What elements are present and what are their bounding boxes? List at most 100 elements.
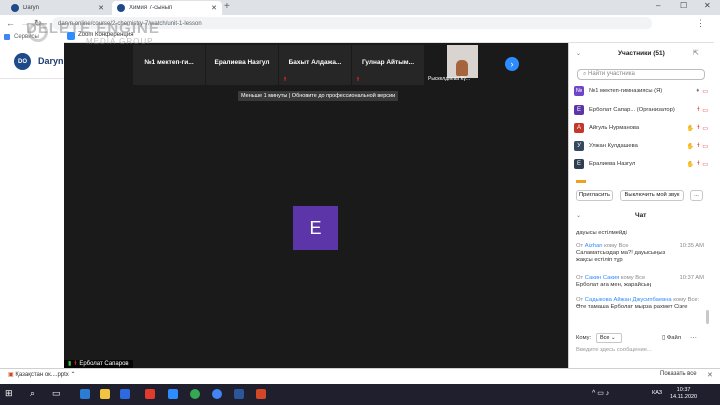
muted-mic-icon[interactable]: ɫ [697, 125, 699, 131]
collapse-chevron-icon[interactable]: ⌄ [576, 50, 581, 57]
chat-time: 10:35 AM [679, 243, 705, 249]
mute-me-button[interactable]: Выключить мой звук [620, 190, 684, 201]
chat-to: кому Все [604, 243, 629, 249]
chat-text: Саламатсыздар ма?! дауысыңыз жақсы естіл… [576, 250, 666, 263]
muted-mic-icon[interactable]: ɫ [697, 107, 699, 113]
video-off-icon[interactable]: ▭ [702, 107, 708, 114]
participant-row[interactable]: А Айгуль Нурманова ✋ ɫ ▭ [574, 122, 708, 134]
signal-bars-icon: ▮ [68, 361, 72, 367]
task-view-icon[interactable]: ▭ [52, 388, 61, 399]
participant-row[interactable]: E Ералиева Назгул ✋ ɫ ▭ [574, 158, 708, 170]
video-off-icon[interactable]: ▭ [702, 125, 708, 132]
site-logo[interactable]: DO [14, 53, 31, 70]
participant-avatar: E [574, 105, 584, 115]
participant-tile[interactable]: Ералиева Назгул [206, 45, 278, 85]
participant-tile[interactable]: Гулнар Айтым... ɫ [352, 45, 424, 85]
new-tab-plus-icon[interactable]: + [224, 2, 234, 12]
search-placeholder: Найти участника [588, 71, 635, 77]
participant-tile-name: Гулнар Айтым... [361, 59, 415, 66]
participant-row[interactable]: № №1 мектеп-гимназиясы (Я) ♦ ▭ [574, 85, 708, 97]
invite-button[interactable]: Пригласить [576, 190, 613, 201]
download-bar [0, 368, 720, 384]
menu-dots-icon[interactable]: ⋮ [696, 18, 705, 29]
tab-title: Daryn [23, 5, 40, 11]
trial-notice-banner[interactable]: Меньше 1 минуты | Обновите до профессион… [238, 91, 399, 101]
video-off-icon[interactable]: ▭ [702, 88, 708, 95]
chrome-taskbar-icon[interactable] [212, 389, 222, 399]
browser-tab-daryn[interactable]: Daryn ✕ [6, 1, 109, 15]
search-icon[interactable]: ⌕ [30, 388, 35, 399]
system-tray-icons[interactable]: ^ ▭ ♪ [592, 389, 609, 397]
video-off-icon[interactable]: ▭ [702, 161, 708, 168]
close-download-bar-icon[interactable]: ✕ [707, 371, 713, 379]
chat-from: От [576, 275, 584, 281]
active-speaker-name: Ерболат Сапаров [79, 361, 129, 367]
participant-tile-name: №1 мектеп-ги... [144, 59, 194, 66]
download-item[interactable]: ▣ Қазақстан ок....pptx ⌃ [8, 371, 76, 378]
participant-row[interactable]: У Улжан Кулдашева ✋ ɫ ▭ [574, 140, 708, 152]
powerpoint-taskbar-icon[interactable] [256, 389, 266, 399]
chat-text: Өте тамаша Ерболат мырза рахмет Сізге [576, 304, 688, 310]
chat-time: 10:37 AM [679, 275, 705, 281]
chat-more-icon[interactable]: ⋯ [690, 334, 697, 342]
chat-scrollbar[interactable] [706, 310, 709, 324]
browser-tab-chemistry[interactable]: Химия 7-сынып ✕ [112, 1, 222, 15]
store-taskbar-icon[interactable] [120, 389, 130, 399]
collapse-chevron-icon[interactable]: ⌄ [576, 212, 581, 219]
word-taskbar-icon[interactable] [234, 389, 244, 399]
chat-file-label: Файл [666, 335, 682, 341]
participants-title: Участники (51) [618, 50, 665, 57]
chevron-up-icon[interactable]: ⌃ [70, 372, 75, 378]
chrome-taskbar-icon[interactable] [190, 389, 200, 399]
site-name[interactable]: Daryn [38, 56, 64, 66]
participant-tile[interactable]: Бахыт Алдажа... ɫ [279, 45, 351, 85]
windows-start-icon[interactable]: ⊞ [5, 388, 13, 399]
taskbar-clock[interactable]: 10:37 14.11.2020 [670, 387, 697, 401]
chat-message-input[interactable]: Введите здесь сообщение... [576, 347, 704, 353]
video-off-icon[interactable]: ▭ [702, 143, 708, 150]
chat-recipient-select[interactable]: Все ⌄ [596, 333, 622, 343]
zoom-taskbar-icon[interactable] [168, 389, 178, 399]
clock-time: 10:37 [676, 387, 691, 393]
maximize-icon[interactable]: ☐ [680, 1, 687, 10]
apps-grid-icon[interactable] [4, 34, 10, 40]
participant-tile[interactable]: №1 мектеп-ги... [133, 45, 205, 85]
watermark-subtitle: MEDIA GROUP [86, 37, 154, 46]
raised-hand-icon: ✋ [686, 161, 695, 168]
muted-mic-icon[interactable]: ɫ [697, 143, 699, 149]
close-tab-icon[interactable]: ✕ [211, 4, 217, 12]
clock-date: 14.11.2020 [670, 394, 698, 400]
chat-to: кому Все [620, 275, 646, 281]
zoom-title-bar: Zoom Конференция [64, 29, 714, 43]
yandex-taskbar-icon[interactable] [145, 389, 155, 399]
minimize-icon[interactable]: – [656, 1, 660, 10]
chat-header: ⌄ Чат [574, 210, 708, 222]
more-options-button[interactable]: ... [690, 190, 703, 201]
back-arrow-icon[interactable]: ← [6, 18, 15, 28]
keyboard-language[interactable]: КАЗ [652, 390, 662, 396]
mic-icon[interactable]: ♦ [696, 88, 699, 94]
tab-title: Химия 7-сынып [129, 5, 173, 11]
chat-message: От Aizhan кому Все 10:35 AM Саламатсызда… [576, 243, 704, 264]
chat-sender: Сакин Сакия [584, 275, 620, 281]
download-file-name: Қазақстан ок....pptx [15, 372, 69, 378]
edge-taskbar-icon[interactable] [80, 389, 90, 399]
participant-name: Айгуль Нурманова [589, 125, 640, 131]
participant-avatar: А [574, 123, 584, 133]
close-window-icon[interactable]: ✕ [704, 1, 711, 10]
muted-mic-icon[interactable]: ɫ [697, 161, 699, 167]
muted-mic-icon: ɫ [357, 77, 359, 83]
next-page-arrow-icon[interactable]: › [505, 57, 519, 71]
explorer-taskbar-icon[interactable] [100, 389, 110, 399]
chat-text: Ерболат аға мен, жарайсың [576, 282, 652, 288]
participant-camera-person [456, 60, 468, 76]
daryn-favicon-icon [11, 4, 19, 12]
participant-row[interactable]: E Ерболат Сапар... (Организатор) ɫ ▭ [574, 104, 708, 116]
show-all-downloads-link[interactable]: Показать все [660, 371, 697, 377]
popout-icon[interactable]: ⇱ [693, 49, 699, 57]
chat-from: От [576, 297, 584, 303]
close-tab-icon[interactable]: ✕ [98, 4, 104, 12]
muted-mic-icon: ɫ [284, 77, 286, 83]
participant-search-input[interactable]: ⌕ Найти участника [577, 69, 705, 80]
chat-file-button[interactable]: ▯ Файл [662, 335, 681, 341]
